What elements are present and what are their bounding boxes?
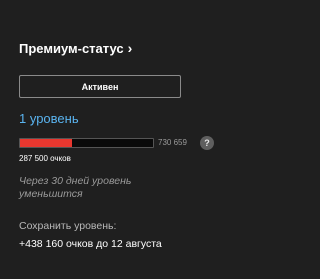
premium-status-title: Премиум-статус — [19, 40, 124, 56]
level-link[interactable]: 1 уровень — [19, 111, 79, 126]
status-badge: Активен — [19, 75, 181, 98]
premium-status-panel: Премиум-статус › Активен 1 уровень 730 6… — [0, 0, 244, 279]
current-points: 287 500 очков — [19, 154, 71, 163]
level-decrease-hint: Через 30 дней уровень уменьшится — [19, 175, 132, 200]
progress-goal: 730 659 — [158, 138, 187, 147]
premium-status-link[interactable]: Премиум-статус › — [19, 40, 132, 56]
level-progress-fill — [20, 139, 73, 147]
status-label: Активен — [81, 81, 119, 92]
keep-level-label: Сохранить уровень: — [19, 220, 117, 232]
help-icon[interactable]: ? — [200, 136, 214, 150]
keep-level-value: +438 160 очков до 12 августа — [19, 238, 162, 250]
level-progress-bar — [19, 138, 154, 148]
chevron-right-icon: › — [127, 40, 133, 56]
